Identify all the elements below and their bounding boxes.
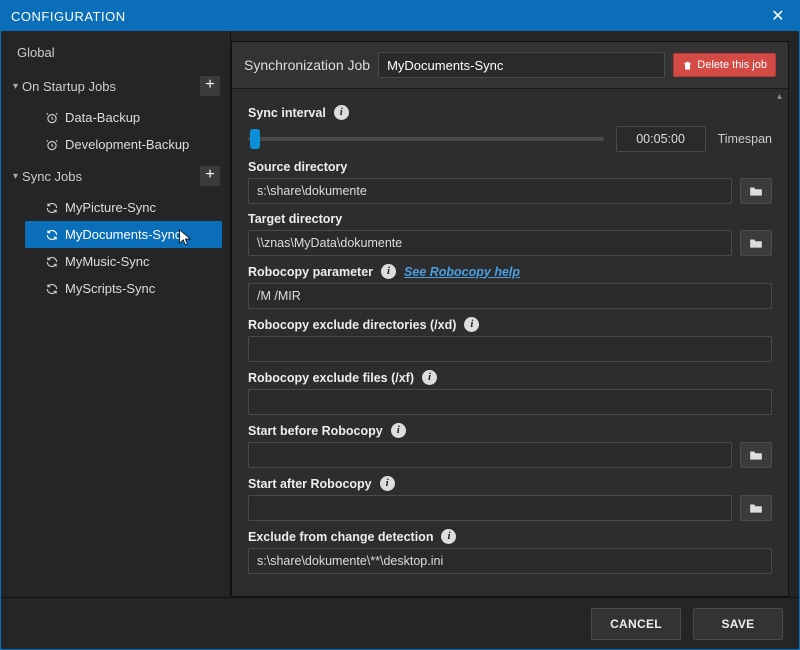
label-text: Target directory xyxy=(248,212,342,226)
sync-icon xyxy=(45,228,59,242)
sidebar-item-label: MyPicture-Sync xyxy=(65,200,156,215)
add-sync-job-button[interactable]: + xyxy=(200,166,220,186)
start-after-input[interactable] xyxy=(248,495,732,521)
label-start-before: Start before Robocopy i xyxy=(248,423,772,438)
sidebar-group-label: On Startup Jobs xyxy=(22,79,200,94)
sidebar-item-mydocuments[interactable]: MyDocuments-Sync xyxy=(25,221,222,248)
sidebar-item-myscripts[interactable]: MyScripts-Sync xyxy=(25,275,222,302)
window-title: CONFIGURATION xyxy=(11,9,126,24)
label-text: Source directory xyxy=(248,160,347,174)
browse-source-button[interactable] xyxy=(740,178,772,204)
footer: CANCEL SAVE xyxy=(1,597,799,649)
slider-track xyxy=(248,137,604,141)
label-source-dir: Source directory xyxy=(248,160,772,174)
scroll-up-icon[interactable]: ▴ xyxy=(777,91,782,102)
label-text: Robocopy exclude files (/xf) xyxy=(248,371,414,385)
browse-start-before-button[interactable] xyxy=(740,442,772,468)
folder-icon xyxy=(749,502,763,514)
trash-icon xyxy=(682,60,693,71)
label-text: Sync interval xyxy=(248,106,326,120)
label-text: Robocopy parameter xyxy=(248,265,373,279)
exclude-change-input[interactable] xyxy=(248,548,772,574)
sidebar-sync-items: MyPicture-Sync MyDocuments-Sync MyMus xyxy=(25,194,222,302)
exclude-files-input[interactable] xyxy=(248,389,772,415)
delete-button-label: Delete this job xyxy=(697,59,767,71)
save-button[interactable]: SAVE xyxy=(693,608,783,640)
label-sync-interval: Sync interval i xyxy=(248,105,772,120)
robocopy-param-input[interactable] xyxy=(248,283,772,309)
label-exclude-change: Exclude from change detection i xyxy=(248,529,772,544)
info-icon[interactable]: i xyxy=(422,370,437,385)
folder-icon xyxy=(749,237,763,249)
info-icon[interactable]: i xyxy=(380,476,395,491)
target-dir-input[interactable] xyxy=(248,230,732,256)
titlebar: CONFIGURATION ✕ xyxy=(1,1,799,31)
sidebar-item-mymusic[interactable]: MyMusic-Sync xyxy=(25,248,222,275)
browse-start-after-button[interactable] xyxy=(740,495,772,521)
label-text: Start after Robocopy xyxy=(248,477,372,491)
timespan-label: Timespan xyxy=(718,132,772,146)
label-text: Robocopy exclude directories (/xd) xyxy=(248,318,456,332)
add-startup-job-button[interactable]: + xyxy=(200,76,220,96)
cancel-button[interactable]: CANCEL xyxy=(591,608,681,640)
job-name-input[interactable] xyxy=(378,52,665,78)
close-icon[interactable]: ✕ xyxy=(767,6,789,26)
label-exclude-files: Robocopy exclude files (/xf) i xyxy=(248,370,772,385)
sidebar: Global ▾ On Startup Jobs + Data-Backup xyxy=(1,31,231,597)
sidebar-group-sync: ▾ Sync Jobs + MyPicture-Sync xyxy=(11,160,222,302)
sidebar-group-label: Sync Jobs xyxy=(22,169,200,184)
sidebar-item-label: MyMusic-Sync xyxy=(65,254,150,269)
sidebar-group-header-startup[interactable]: ▾ On Startup Jobs + xyxy=(11,70,222,102)
info-icon[interactable]: i xyxy=(464,317,479,332)
sync-icon xyxy=(45,282,59,296)
sidebar-global[interactable]: Global xyxy=(11,41,222,68)
sync-icon xyxy=(45,201,59,215)
sync-interval-slider[interactable] xyxy=(248,129,604,149)
robocopy-help-link[interactable]: See Robocopy help xyxy=(404,265,520,279)
sidebar-group-header-sync[interactable]: ▾ Sync Jobs + xyxy=(11,160,222,192)
sidebar-item-dev-backup[interactable]: Development-Backup xyxy=(25,131,222,158)
sidebar-item-mypicture[interactable]: MyPicture-Sync xyxy=(25,194,222,221)
main-header: Synchronization Job Delete this job xyxy=(232,42,788,89)
folder-icon xyxy=(749,185,763,197)
alarm-icon xyxy=(45,111,59,125)
job-section-label: Synchronization Job xyxy=(244,57,370,73)
delete-job-button[interactable]: Delete this job xyxy=(673,53,776,77)
info-icon[interactable]: i xyxy=(391,423,406,438)
form-area: ▴ Sync interval i 00:05:00 Timespan S xyxy=(232,89,788,596)
folder-icon xyxy=(749,449,763,461)
info-icon[interactable]: i xyxy=(441,529,456,544)
source-dir-input[interactable] xyxy=(248,178,732,204)
alarm-icon xyxy=(45,138,59,152)
sidebar-group-startup: ▾ On Startup Jobs + Data-Backup xyxy=(11,70,222,158)
config-window: CONFIGURATION ✕ Global ▾ On Startup Jobs… xyxy=(0,0,800,650)
browse-target-button[interactable] xyxy=(740,230,772,256)
label-robocopy-param: Robocopy parameter i See Robocopy help xyxy=(248,264,772,279)
sidebar-item-label: MyScripts-Sync xyxy=(65,281,155,296)
chevron-down-icon: ▾ xyxy=(13,171,18,182)
sidebar-item-label: MyDocuments-Sync xyxy=(65,227,181,242)
slider-thumb[interactable] xyxy=(250,129,260,149)
sidebar-item-label: Development-Backup xyxy=(65,137,189,152)
chevron-down-icon: ▾ xyxy=(13,81,18,92)
info-icon[interactable]: i xyxy=(381,264,396,279)
start-before-input[interactable] xyxy=(248,442,732,468)
body: Global ▾ On Startup Jobs + Data-Backup xyxy=(1,31,799,597)
sync-interval-time[interactable]: 00:05:00 xyxy=(616,126,706,152)
exclude-dirs-input[interactable] xyxy=(248,336,772,362)
label-target-dir: Target directory xyxy=(248,212,772,226)
sidebar-item-data-backup[interactable]: Data-Backup xyxy=(25,104,222,131)
sidebar-startup-items: Data-Backup Development-Backup xyxy=(25,104,222,158)
label-text: Start before Robocopy xyxy=(248,424,383,438)
label-exclude-dirs: Robocopy exclude directories (/xd) i xyxy=(248,317,772,332)
main-panel: Synchronization Job Delete this job ▴ Sy… xyxy=(231,41,789,597)
label-text: Exclude from change detection xyxy=(248,530,433,544)
sidebar-item-label: Data-Backup xyxy=(65,110,140,125)
label-start-after: Start after Robocopy i xyxy=(248,476,772,491)
sync-icon xyxy=(45,255,59,269)
info-icon[interactable]: i xyxy=(334,105,349,120)
